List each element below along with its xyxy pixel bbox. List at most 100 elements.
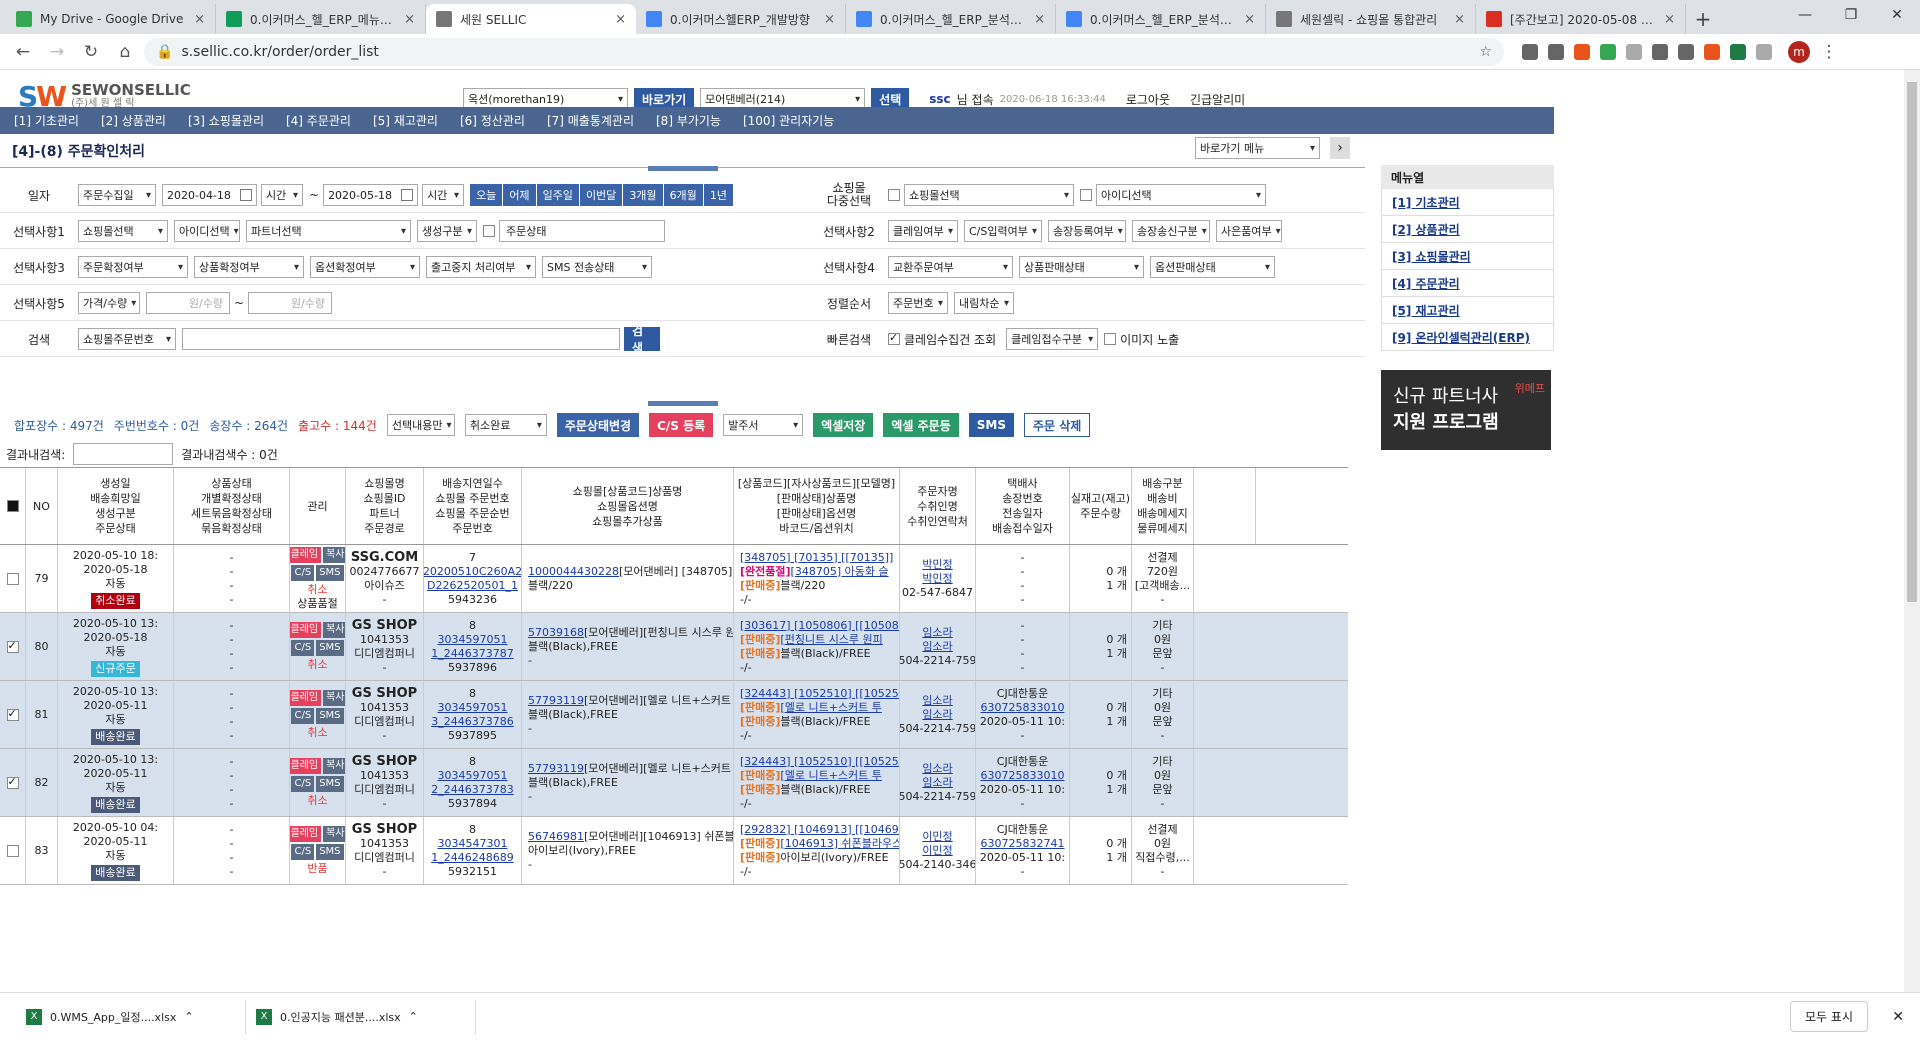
chevron-up-icon[interactable]: ⌃	[409, 1010, 418, 1023]
menu-item[interactable]: [100] 관리자기능	[743, 112, 834, 129]
browser-tab[interactable]: My Drive - Google Drive ×	[6, 4, 216, 34]
minimize-icon[interactable]: —	[1782, 0, 1828, 30]
calendar-icon[interactable]	[240, 189, 252, 201]
menu-item[interactable]: [4] 주문관리	[286, 112, 351, 129]
quick-range-button[interactable]: 3개월	[623, 184, 663, 206]
invoice-reg-select[interactable]: 송장등록여부	[1048, 220, 1126, 242]
promo-banner[interactable]: 위메프 신규 파트너사 지원 프로그램	[1381, 370, 1551, 450]
delete-order-button[interactable]: 주문 삭제	[1023, 413, 1091, 437]
buyer-name-link[interactable]: 이민정	[922, 830, 952, 844]
copy-button[interactable]: 복사	[323, 689, 345, 706]
product-code-link[interactable]: 1000044430228	[528, 565, 619, 578]
download-item[interactable]: X 0.인공지능 패션분....xlsx ⌃	[246, 999, 476, 1034]
profile-avatar[interactable]: m	[1788, 40, 1810, 63]
row-checkbox[interactable]	[6, 775, 19, 789]
shop-order-no-link[interactable]: 3034547301	[438, 837, 508, 851]
extension-icon[interactable]	[1522, 43, 1538, 60]
quick-range-button[interactable]: 6개월	[663, 184, 703, 206]
extension-icon[interactable]	[1600, 43, 1616, 60]
close-tab-icon[interactable]: ×	[824, 12, 835, 27]
product-code-link[interactable]: 57793119	[528, 762, 584, 775]
claim-button[interactable]: 클레임	[290, 757, 322, 774]
shop-order-no-link[interactable]: 3034597051	[438, 633, 508, 647]
browser-tab[interactable]: 세원셀릭 - 쇼핑몰 통합관리 ×	[1266, 4, 1476, 34]
close-tab-icon[interactable]: ×	[615, 12, 626, 27]
sort-direction-select[interactable]: 내림차순	[954, 292, 1014, 314]
status-select[interactable]: 취소완료	[464, 414, 547, 436]
extension-icon[interactable]	[1704, 43, 1720, 60]
search-button[interactable]: 검색	[624, 324, 660, 355]
close-icon[interactable]: ✕	[1892, 1009, 1904, 1025]
bookmark-star-icon[interactable]: ☆	[1479, 44, 1492, 60]
opt1-shop-select[interactable]: 쇼핑몰선택	[78, 220, 168, 242]
browser-tab[interactable]: 0.이커머스헬ERP_개발방향 ×	[636, 4, 846, 34]
product-code-line[interactable]: [292832] [1046913] [[1046913]]	[740, 823, 899, 837]
time-from-select[interactable]: 시간	[261, 184, 303, 206]
ship-stop-select[interactable]: 출고중지 처리여부	[426, 256, 536, 278]
buyer-name-link[interactable]: 임소라	[922, 626, 952, 640]
product-name-link[interactable]: [펀칭니트 시스루 원피	[780, 633, 882, 646]
shop-order-no-link[interactable]: 3034597051	[438, 769, 508, 783]
menu-item[interactable]: [8] 부가기능	[656, 112, 721, 129]
close-tab-icon[interactable]: ×	[194, 12, 205, 27]
side-menu-item[interactable]: [1] 기초관리	[1381, 189, 1554, 216]
browser-tab[interactable]: 0.이커머스_헬_ERP_분석_이 ×	[1056, 4, 1266, 34]
min-value-input[interactable]: 원/수량	[146, 292, 230, 314]
side-menu-item[interactable]: [4] 주문관리	[1381, 270, 1554, 297]
excel-order-button[interactable]: 엑셀 주문등	[883, 413, 959, 437]
date-type-select[interactable]: 주문수집일	[78, 184, 156, 206]
claim-button[interactable]: 클레임	[290, 621, 322, 638]
browser-tab[interactable]: 세원 SELLIC ×	[426, 4, 636, 34]
close-window-icon[interactable]: ✕	[1874, 0, 1920, 30]
close-tab-icon[interactable]: ×	[1244, 12, 1255, 27]
alert-link[interactable]: 긴급알리미	[1190, 91, 1245, 108]
product-code-line[interactable]: [324443] [1052510] [[1052510]]	[740, 755, 899, 769]
extension-icon[interactable]	[1652, 43, 1668, 60]
product-code-line[interactable]: [303617] [1050806] [[1050806]]	[740, 619, 899, 633]
product-name-link[interactable]: [멜로 니트+스커트 투	[780, 701, 881, 714]
side-menu-item[interactable]: [2] 상품관리	[1381, 216, 1554, 243]
chevron-right-icon[interactable]: ›	[1330, 137, 1350, 159]
receiver-name-link[interactable]: 임소라	[922, 776, 952, 790]
menu-item[interactable]: [7] 매출통계관리	[547, 112, 634, 129]
collapse-handle[interactable]	[648, 166, 718, 171]
extension-icon[interactable]	[1678, 43, 1694, 60]
row-checkbox[interactable]	[6, 639, 19, 653]
reload-icon[interactable]: ↻	[76, 37, 106, 67]
receiver-name-link[interactable]: 임소라	[922, 640, 952, 654]
chevron-up-icon[interactable]: ⌃	[184, 1010, 193, 1023]
extension-icon[interactable]	[1548, 43, 1564, 60]
date-to-input[interactable]: 2020-05-18	[323, 184, 419, 206]
order-status-field[interactable]: 주문상태	[499, 220, 665, 242]
price-qty-select[interactable]: 가격/수량	[78, 292, 140, 314]
receiver-name-link[interactable]: 임소라	[922, 708, 952, 722]
claim-kind-select[interactable]: 클레임접수구분	[1006, 328, 1099, 350]
copy-button[interactable]: 복사	[323, 825, 345, 842]
shop-order-seq-link[interactable]: 3_2446373786	[431, 715, 513, 729]
product-sale-select[interactable]: 상품판매상태	[1019, 256, 1144, 278]
product-code-link[interactable]: 57793119	[528, 694, 584, 707]
claim-collect-checkbox[interactable]	[888, 331, 900, 345]
side-menu-item[interactable]: [9] 온라인셀럭관리(ERP)	[1381, 324, 1554, 351]
sms-small-button[interactable]: SMS	[316, 707, 344, 724]
table-row[interactable]: 822020-05-10 13:2020-05-11자동배송완료----클레임복…	[0, 749, 1348, 817]
back-icon[interactable]: ←	[8, 37, 38, 67]
browser-tab[interactable]: 0.이커머스_헬_ERP_분석_설계 ×	[846, 4, 1056, 34]
image-show-checkbox[interactable]	[1104, 333, 1117, 345]
product-code-line[interactable]: [348705] [70135] [[70135]]	[740, 551, 893, 565]
result-search-input[interactable]	[73, 443, 174, 465]
menu-item[interactable]: [3] 쇼핑몰관리	[188, 112, 264, 129]
max-value-input[interactable]: 원/수량	[248, 292, 333, 314]
address-bar[interactable]: 🔒 s.sellic.co.kr/order/order_list ☆	[144, 37, 1504, 66]
select-all-checkbox[interactable]	[6, 500, 19, 512]
close-tab-icon[interactable]: ×	[1454, 12, 1465, 27]
excel-save-button[interactable]: 엑셀저장	[813, 413, 874, 437]
quick-range-button[interactable]: 이번달	[579, 184, 623, 206]
forward-icon[interactable]: →	[42, 37, 72, 67]
cs-register-button[interactable]: C/S 등록	[649, 413, 714, 437]
menu-item[interactable]: [5] 재고관리	[373, 112, 438, 129]
sms-small-button[interactable]: SMS	[316, 564, 344, 581]
product-name-link[interactable]: [348705] 아동화 슬	[791, 565, 889, 578]
scrollbar-thumb[interactable]	[1907, 82, 1917, 602]
logout-link[interactable]: 로그아웃	[1126, 91, 1170, 108]
